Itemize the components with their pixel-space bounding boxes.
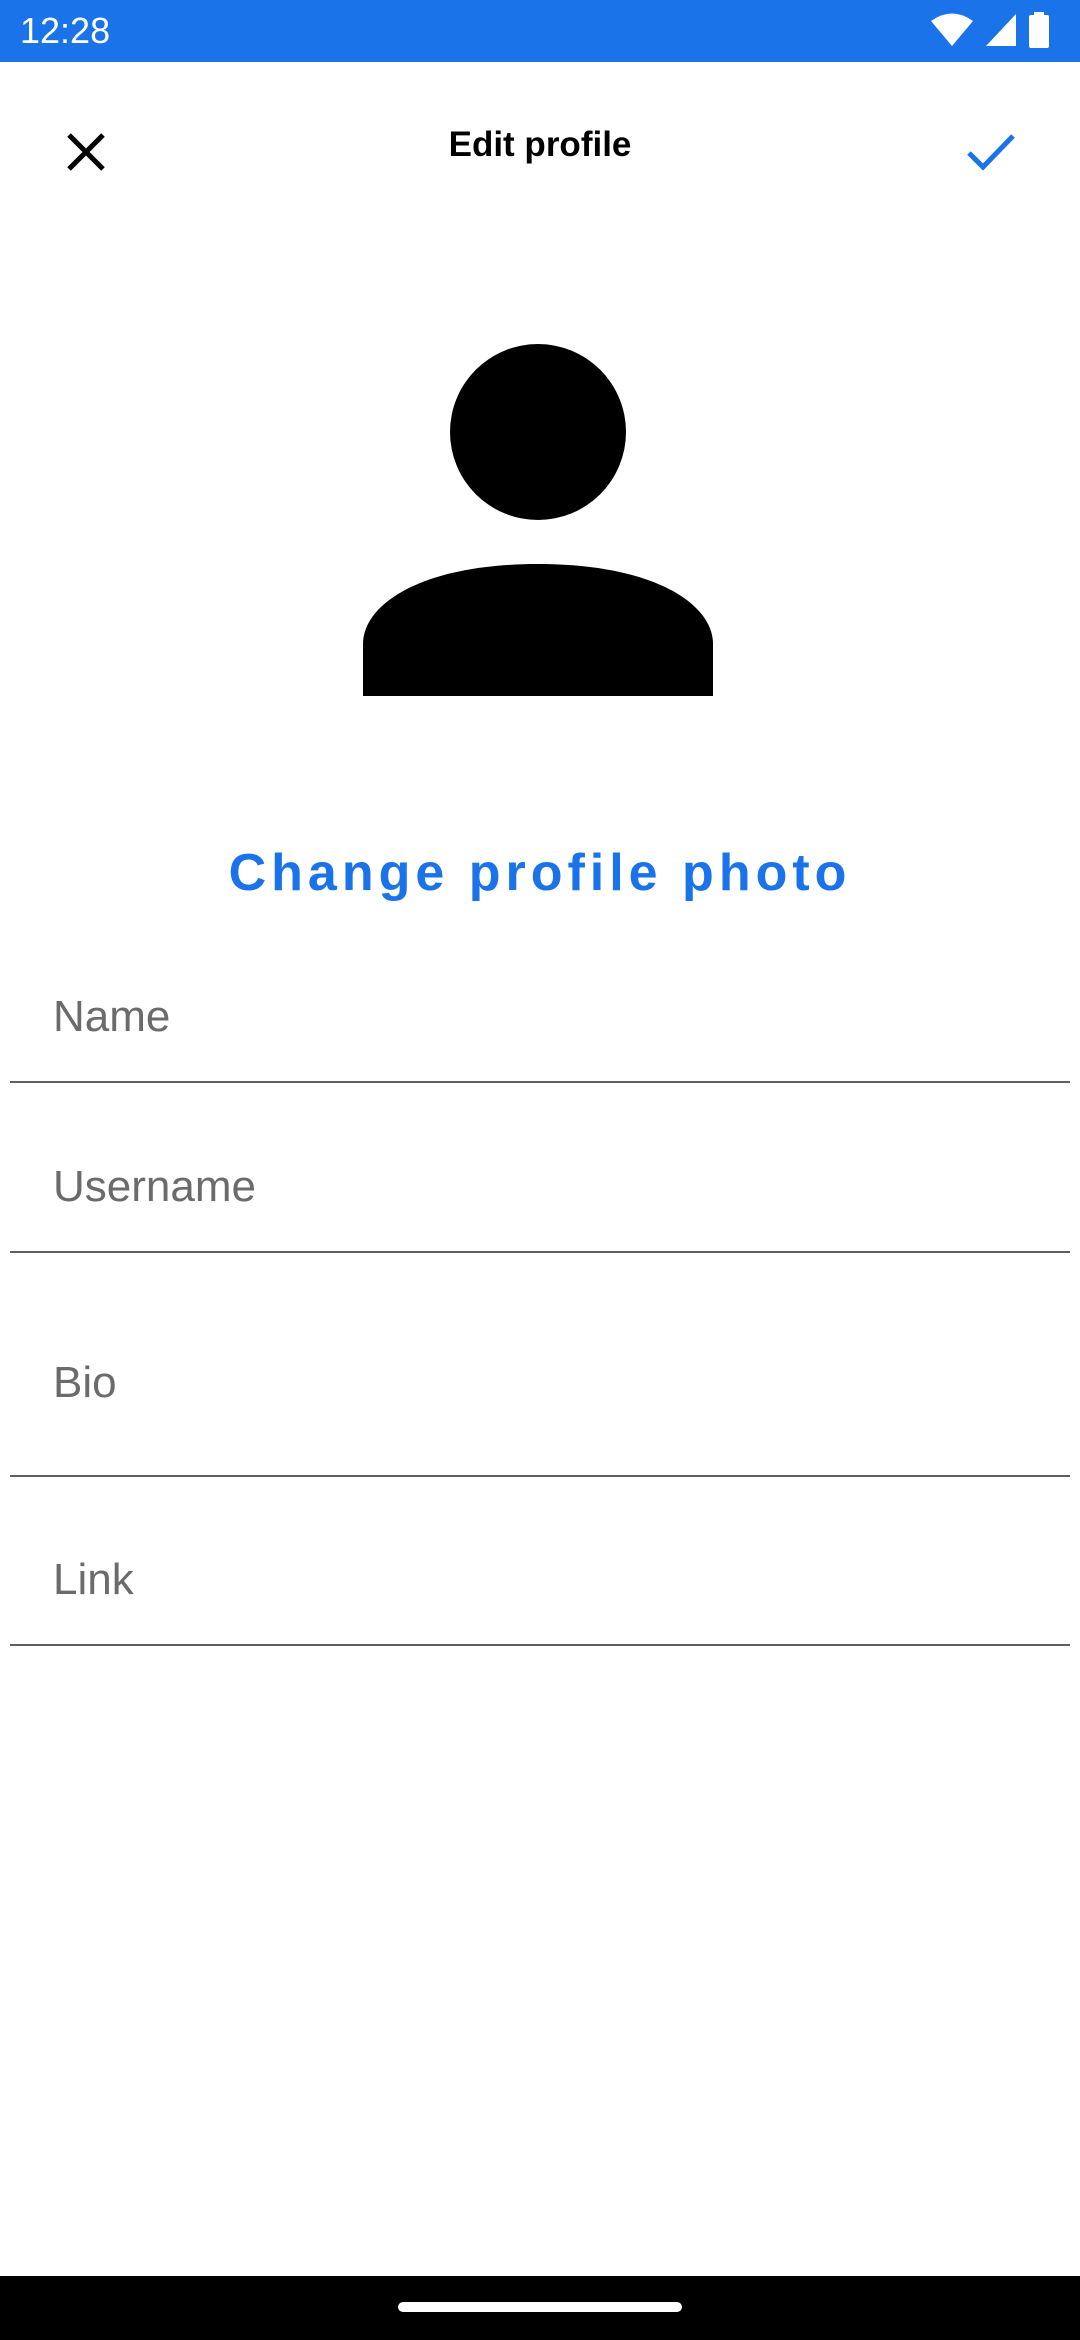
name-field[interactable] <box>53 987 1050 1047</box>
bio-field-container <box>10 1305 1070 1477</box>
status-icons <box>930 12 1050 48</box>
page-title: Edit profile <box>448 125 632 164</box>
status-bar: 12:28 <box>0 0 1080 62</box>
home-gesture-handle[interactable] <box>398 2302 682 2312</box>
save-button[interactable] <box>946 112 1036 196</box>
link-field[interactable] <box>53 1550 1050 1610</box>
check-icon <box>966 132 1016 177</box>
username-field[interactable] <box>53 1157 1050 1217</box>
cellular-signal-icon <box>984 12 1018 48</box>
username-field-container <box>10 1135 1070 1253</box>
status-time: 12:28 <box>20 10 111 51</box>
change-profile-photo-button[interactable]: Change profile photo <box>0 838 1080 908</box>
profile-avatar[interactable] <box>362 344 714 696</box>
name-field-container <box>10 965 1070 1083</box>
toolbar: Edit profile <box>0 62 1080 232</box>
wifi-icon <box>930 12 974 48</box>
bio-field[interactable] <box>53 1353 1050 1413</box>
navigation-bar <box>0 2276 1080 2340</box>
link-field-container <box>10 1530 1070 1646</box>
person-icon <box>362 344 714 700</box>
battery-icon <box>1028 12 1050 48</box>
